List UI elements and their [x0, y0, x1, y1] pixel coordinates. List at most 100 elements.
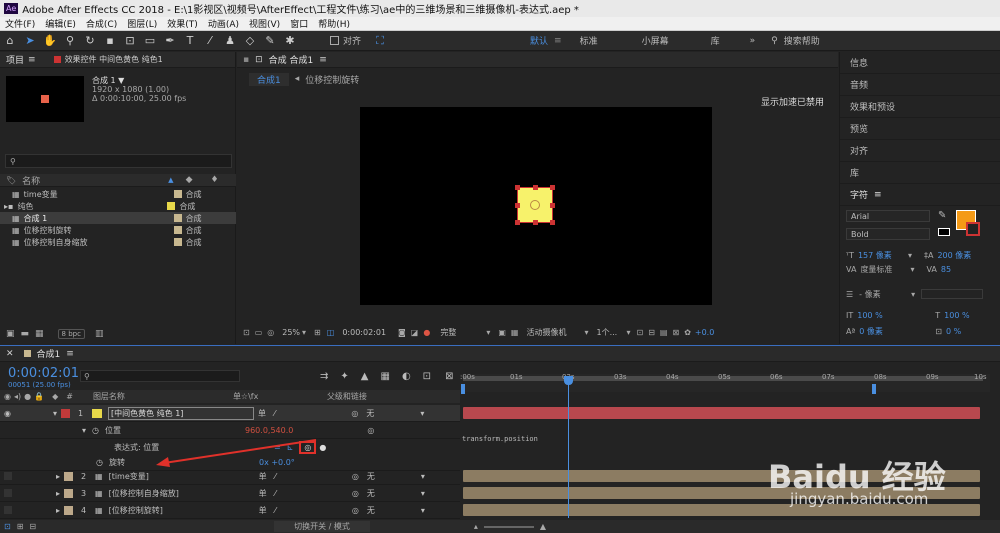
more-workspaces[interactable]: » [750, 36, 756, 46]
breadcrumb-comp1[interactable]: 合成1 [249, 72, 289, 86]
align-checkbox[interactable] [330, 36, 339, 45]
parent-pickwhip-icon[interactable]: ◎ [352, 489, 359, 498]
chevron-down-icon[interactable]: ▾ [421, 489, 425, 498]
expand-stretch-icon[interactable]: ⊟ [29, 522, 36, 531]
label-swatch[interactable] [64, 471, 74, 481]
baseline-value[interactable]: 0 像素 [859, 326, 919, 337]
shy-switch-icon[interactable]: 单 [259, 505, 267, 516]
font-style-dropdown[interactable]: Bold [846, 228, 930, 240]
list-item[interactable]: ▦ 位移控制旋转 合成 [0, 224, 236, 236]
chevron-down-icon[interactable]: ▾ [910, 265, 914, 274]
expression-menu-icon[interactable]: ● [319, 443, 326, 452]
comp-timecode[interactable]: 0:00:02:01 [342, 328, 386, 337]
table-row[interactable]: ◉ ▾ 1 [中间色黄色 纯色 1] 单 ⁄ ◎ 无 ▾ [0, 405, 460, 422]
menu-view[interactable]: 视图(V) [249, 17, 280, 30]
project-search[interactable]: ⚲ [5, 154, 232, 168]
parent-pickwhip-icon[interactable]: ◎ [352, 506, 359, 515]
search-help-input[interactable]: 搜索帮助 [784, 34, 820, 47]
solo-icon[interactable]: ● [24, 392, 31, 401]
quality-switch-icon[interactable]: ⁄ [274, 409, 275, 418]
playhead[interactable] [568, 378, 569, 518]
stopwatch-icon[interactable]: ◷ [96, 458, 103, 467]
expand-arrow-icon[interactable]: ▸ [56, 472, 60, 481]
chevron-down-icon[interactable]: ▾ [421, 506, 425, 515]
layer-name[interactable]: [位移控制自身缩放] [109, 488, 255, 499]
frame-blend-icon[interactable]: ▦ [380, 371, 389, 382]
handle-tl[interactable] [515, 185, 520, 190]
menu-layer[interactable]: 图层(L) [127, 17, 157, 30]
tab-project[interactable]: 项目 [6, 53, 24, 66]
layer-bar-1[interactable] [463, 407, 980, 419]
column-switches[interactable]: 单☆\fx [233, 391, 327, 402]
video-switch-icon[interactable] [4, 506, 12, 514]
chevron-down-icon[interactable]: ▾ [420, 409, 424, 418]
menu-animation[interactable]: 动画(A) [208, 17, 239, 30]
table-row[interactable]: ▸ 4 ▦ [位移控制旋转] 单 ⁄ ◎ 无 ▾ [0, 502, 460, 519]
work-area-start[interactable] [461, 384, 465, 394]
panel-effects-presets[interactable]: 效果和预设 [840, 96, 1000, 118]
list-item[interactable]: ▦ 位移控制自身缩放 合成 [0, 236, 236, 248]
stroke-color-swatch[interactable] [966, 222, 980, 236]
panel-menu-icon[interactable]: ≡ [66, 349, 74, 359]
column-parent[interactable]: 父级和链接 [327, 391, 367, 402]
lock-icon[interactable]: 🔒 [34, 392, 44, 401]
draft-3d-icon[interactable]: ✦ [340, 371, 348, 382]
lock-icon[interactable]: ⊡ [255, 55, 263, 65]
menu-help[interactable]: 帮助(H) [318, 17, 350, 30]
breadcrumb-rotation[interactable]: 位移控制旋转 [305, 73, 359, 86]
quality-switch-icon[interactable]: ⁄ [275, 489, 276, 498]
parent-pickwhip-icon[interactable]: ◎ [351, 409, 358, 418]
menu-composition[interactable]: 合成(C) [86, 17, 117, 30]
hand-tool-icon[interactable]: ✋ [43, 34, 57, 48]
rectangle-tool-icon[interactable]: ▭ [143, 34, 157, 48]
horizontal-scale-value[interactable]: 100 % [944, 311, 969, 320]
parent-dropdown[interactable]: 无 [367, 505, 421, 516]
clone-tool-icon[interactable]: ♟ [223, 34, 237, 48]
chevron-down-icon[interactable]: ▾ [908, 251, 912, 260]
comp-name[interactable]: 合成 1 ▼ [92, 76, 186, 85]
toggle-pixel-icon[interactable]: ⊡ [637, 328, 644, 337]
character-tab[interactable]: 字符 [850, 188, 868, 201]
pan-behind-icon[interactable]: ⊡ [123, 34, 137, 48]
zoom-dropdown[interactable]: 25% [282, 328, 300, 337]
home-icon[interactable]: ⌂ [3, 34, 17, 48]
zoom-in-icon[interactable]: ▲ [540, 522, 546, 531]
playhead-handle[interactable] [564, 376, 573, 385]
search-icon[interactable]: ⚲ [771, 36, 778, 46]
brush-tool-icon[interactable]: ⁄ [203, 34, 217, 48]
sort-arrow-icon[interactable]: ▲ [168, 176, 173, 184]
layer-name[interactable]: [中间色黄色 纯色 1] [108, 406, 254, 420]
font-family-dropdown[interactable]: Arial [846, 210, 930, 222]
zoom-slider[interactable] [483, 525, 534, 528]
work-area-end[interactable] [872, 384, 876, 394]
table-row[interactable]: ▸ 2 ▦ [time变量] 单 ⁄ ◎ 无 ▾ [0, 468, 460, 485]
property-position[interactable]: ▾ ◷ 位置 960.0,540.0 ◎ [0, 422, 460, 439]
video-switch-icon[interactable] [4, 472, 12, 480]
snap-icon[interactable]: ⛶ [373, 34, 387, 48]
table-row[interactable]: ▸ 3 ▦ [位移控制自身缩放] 单 ⁄ ◎ 无 ▾ [0, 485, 460, 502]
views-dropdown[interactable]: 1个... [597, 327, 627, 338]
selection-tool-icon[interactable]: ➤ [23, 34, 37, 48]
indent-value[interactable]: - 像素 [859, 289, 911, 300]
handle-tr[interactable] [550, 185, 555, 190]
vertical-scale-value[interactable]: 100 % [857, 311, 917, 320]
rotate-tool-icon[interactable]: ↻ [83, 34, 97, 48]
anchor-point-icon[interactable] [530, 200, 540, 210]
pen-tool-icon[interactable]: ✒ [163, 34, 177, 48]
workspace-small-screen[interactable]: 小屏幕 [642, 34, 669, 47]
region-icon[interactable]: ◫ [327, 328, 335, 337]
list-item[interactable]: ▸▪ 纯色 合成 [0, 200, 236, 212]
parent-pickwhip-icon[interactable]: ◎ [367, 426, 374, 435]
exposure-icon[interactable]: ✿ [684, 328, 691, 337]
expression-text[interactable]: transform.position [462, 435, 538, 443]
tab-effect-controls[interactable]: 效果控件 中间色黄色 纯色1 [65, 54, 163, 65]
expand-arrow-icon[interactable]: ▾ [82, 426, 86, 435]
time-ruler[interactable]: :00s 01s 02s 03s 04s 05s 06s 07s 08s 09s… [460, 373, 990, 394]
chevron-down-icon[interactable]: ▾ [421, 472, 425, 481]
label-swatch[interactable] [61, 408, 70, 418]
new-comp-icon[interactable]: ▦ [35, 329, 44, 339]
shy-switch-icon[interactable]: 单 [258, 408, 266, 419]
camera-dropdown[interactable]: 活动摄像机 [526, 327, 584, 338]
chevron-down-icon[interactable]: ▾ [486, 328, 490, 337]
label-swatch[interactable] [64, 488, 74, 498]
